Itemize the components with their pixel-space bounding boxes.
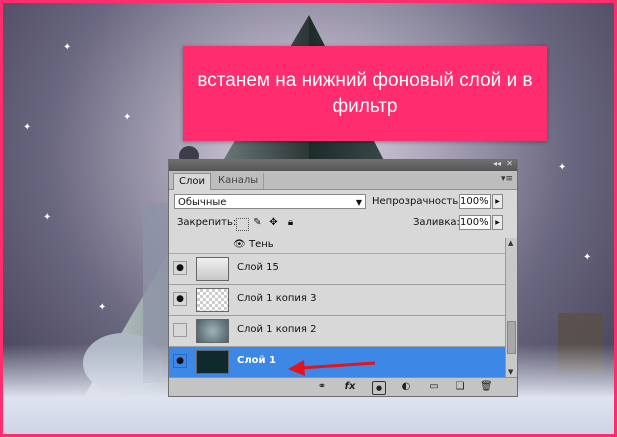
- lock-transparency-icon[interactable]: [236, 218, 249, 231]
- lock-brush-icon[interactable]: ✎: [252, 217, 263, 228]
- sparkle: ✦: [43, 212, 52, 223]
- panel-menu-icon[interactable]: ▾≡: [501, 174, 513, 184]
- layer-row-selected[interactable]: ● Слой 1: [169, 347, 505, 377]
- lock-all-icon[interactable]: 🔒︎: [285, 217, 296, 228]
- blend-mode-value: Обычные: [178, 197, 227, 208]
- trash-icon[interactable]: 🗑︎: [480, 381, 493, 393]
- eye-icon[interactable]: 👁︎: [233, 239, 246, 250]
- layer-name: Слой 1: [237, 355, 276, 366]
- layer-thumbnail: [196, 288, 229, 312]
- layers-panel: ◂◂ ✕ Слои Каналы ▾≡ Обычные ▼ Непрозрачн…: [168, 159, 518, 397]
- panel-titlebar[interactable]: ◂◂ ✕: [169, 159, 517, 171]
- close-icon[interactable]: ✕: [506, 159, 513, 168]
- collapse-icon[interactable]: ◂◂: [493, 159, 501, 168]
- lock-fill-row: Закрепить: ✎ ✥ 🔒︎ Заливка: 100% ▶: [169, 214, 517, 236]
- fill-label: Заливка:: [413, 217, 460, 228]
- layer-name: Слой 15: [237, 262, 279, 273]
- effect-row[interactable]: 👁︎ Тень: [169, 238, 505, 254]
- scroll-up-icon[interactable]: ▲: [508, 239, 513, 247]
- opacity-slider-button[interactable]: ▶: [492, 194, 503, 209]
- layers-list: 👁︎ Тень ● Слой 15 ● Слой 1 копия 3 Слой …: [169, 238, 505, 377]
- tab-channels[interactable]: Каналы: [213, 173, 265, 189]
- blend-mode-select[interactable]: Обычные ▼: [174, 194, 366, 209]
- instruction-banner: встанем на нижний фоновый слой и в фильт…: [183, 46, 547, 141]
- sparkle: ✦: [558, 162, 567, 173]
- group-folder-icon[interactable]: ▭: [428, 381, 440, 393]
- eye-hidden-icon[interactable]: [173, 323, 187, 337]
- eye-icon[interactable]: ●: [173, 261, 187, 275]
- layer-name: Слой 1 копия 3: [237, 293, 317, 304]
- layer-row[interactable]: ● Слой 1 копия 3: [169, 285, 505, 316]
- eye-icon[interactable]: ●: [173, 292, 187, 306]
- sparkle: ✦: [23, 122, 32, 133]
- layer-row[interactable]: ● Слой 15: [169, 254, 505, 285]
- scroll-down-icon[interactable]: ▼: [508, 368, 513, 376]
- layer-thumbnail: [196, 319, 229, 343]
- effect-name: Тень: [249, 239, 274, 250]
- panel-tabs: Слои Каналы ▾≡: [169, 171, 517, 190]
- adjustment-icon[interactable]: ◐: [400, 381, 412, 393]
- layer-thumbnail: [196, 257, 229, 281]
- scroll-thumb[interactable]: [507, 321, 516, 354]
- link-icon[interactable]: ⚭: [316, 381, 328, 393]
- instruction-text: встанем на нижний фоновый слой и в фильт…: [197, 69, 533, 117]
- panel-bottom-toolbar: ⚭ fx ● ◐ ▭ ❏ 🗑︎: [169, 377, 517, 396]
- fill-slider-button[interactable]: ▶: [492, 215, 503, 230]
- lock-move-icon[interactable]: ✥: [268, 217, 279, 228]
- opacity-field[interactable]: 100%: [459, 194, 491, 209]
- layer-row[interactable]: Слой 1 копия 2: [169, 316, 505, 347]
- fx-icon[interactable]: fx: [344, 381, 356, 393]
- tab-layers[interactable]: Слои: [173, 173, 211, 190]
- chevron-down-icon: ▼: [355, 198, 362, 207]
- layers-scrollbar[interactable]: ▲ ▼: [505, 238, 517, 377]
- fill-field[interactable]: 100%: [459, 215, 491, 230]
- layer-thumbnail: [196, 350, 229, 374]
- blend-opacity-row: Обычные ▼ Непрозрачность: 100% ▶: [169, 190, 517, 214]
- lock-label: Закрепить:: [177, 217, 237, 228]
- eye-icon[interactable]: ●: [173, 354, 187, 368]
- new-layer-icon[interactable]: ❏: [454, 381, 466, 393]
- sparkle: ✦: [98, 302, 107, 313]
- sparkle: ✦: [123, 112, 132, 123]
- mask-icon[interactable]: ●: [372, 381, 386, 395]
- opacity-label: Непрозрачность:: [372, 196, 462, 207]
- sparkle: ✦: [63, 42, 72, 53]
- sparkle: ✦: [583, 252, 592, 263]
- layer-name: Слой 1 копия 2: [237, 324, 317, 335]
